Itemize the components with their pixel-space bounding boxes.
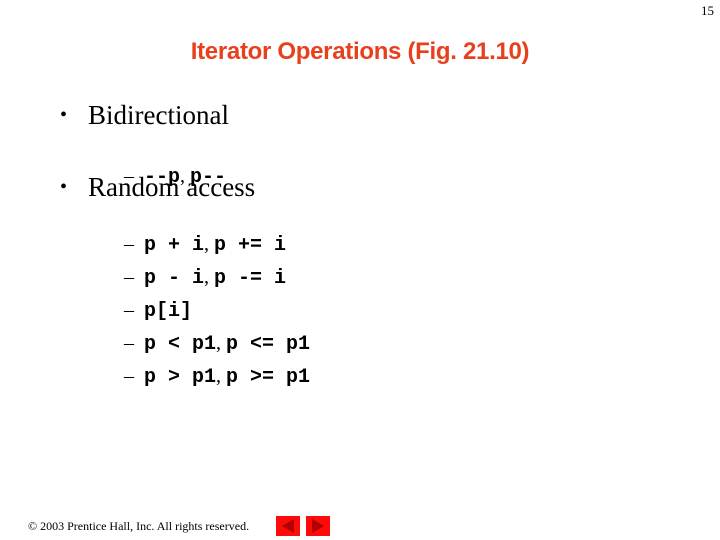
triangle-right-icon — [312, 519, 324, 533]
bullet-bidirectional: • Bidirectional — [60, 100, 229, 131]
sub-item: – p > p1, p >= p1 — [100, 342, 310, 389]
bullet-label: Bidirectional — [88, 100, 229, 130]
comma: , — [216, 365, 227, 387]
next-slide-button[interactable] — [306, 516, 330, 536]
bullet-dot: • — [60, 176, 68, 198]
triangle-left-icon — [282, 519, 294, 533]
prev-slide-button[interactable] — [276, 516, 300, 536]
code: p >= p1 — [226, 366, 311, 389]
bullet-label: Random access — [88, 172, 256, 202]
comma: , — [204, 266, 215, 288]
bullet-random-access: • Random access — [60, 172, 255, 203]
code: p -= i — [214, 267, 287, 290]
dash: – — [124, 365, 135, 387]
page-number: 15 — [701, 3, 714, 18]
copyright-footer: © 2003 Prentice Hall, Inc. All rights re… — [28, 519, 250, 533]
code: p > p1 — [144, 366, 217, 389]
bullet-dot: • — [60, 104, 68, 126]
slide-title: Iterator Operations (Fig. 21.10) — [190, 38, 530, 65]
